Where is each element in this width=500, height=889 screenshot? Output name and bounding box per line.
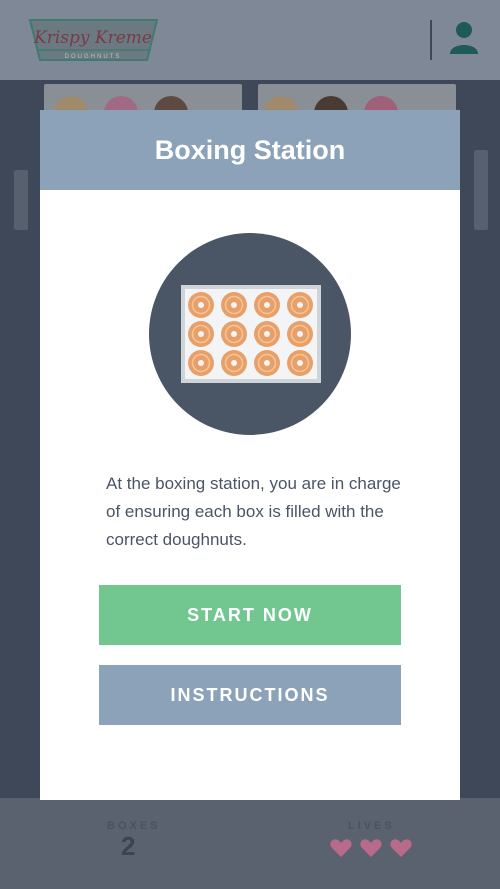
top-bar: Krispy Kreme DOUGHNUTS xyxy=(0,0,500,80)
divider xyxy=(430,20,432,60)
boxing-station-modal: Boxing Station At the boxing station, yo… xyxy=(40,110,460,800)
krispy-kreme-logo: Krispy Kreme DOUGHNUTS xyxy=(28,19,159,61)
modal-title: Boxing Station xyxy=(154,134,346,165)
doughnut-icon xyxy=(188,350,214,376)
instructions-button[interactable]: INSTRUCTIONS xyxy=(99,665,401,725)
doughnut-icon xyxy=(188,321,214,347)
doughnut-box-icon xyxy=(181,285,321,383)
doughnut-icon xyxy=(188,292,214,318)
doughnut-icon xyxy=(254,350,280,376)
doughnut-icon xyxy=(287,350,313,376)
modal-description: At the boxing station, you are in charge… xyxy=(106,474,401,549)
doughnut-icon xyxy=(287,292,313,318)
heart-icon xyxy=(330,839,352,857)
boxes-count: 2 xyxy=(121,831,136,861)
conveyor-rail-right xyxy=(474,150,488,230)
doughnut-icon xyxy=(221,292,247,318)
start-now-button[interactable]: START NOW xyxy=(99,585,401,645)
doughnut-icon xyxy=(287,321,313,347)
heart-icon xyxy=(360,839,382,857)
modal-header: Boxing Station xyxy=(40,110,460,190)
illustration-circle xyxy=(149,233,351,435)
bottom-bar xyxy=(0,798,500,889)
conveyor-rail-left xyxy=(14,170,28,230)
doughnut-icon xyxy=(221,321,247,347)
user-icon[interactable] xyxy=(448,20,480,56)
doughnut-icon xyxy=(221,350,247,376)
lives-hearts xyxy=(330,838,412,858)
heart-icon xyxy=(390,839,412,857)
doughnut-icon xyxy=(254,292,280,318)
lives-label: LIVES xyxy=(348,820,395,832)
brand-name: Krispy Kreme xyxy=(33,28,152,48)
doughnut-icon xyxy=(254,321,280,347)
brand-subtitle: DOUGHNUTS xyxy=(65,54,122,60)
